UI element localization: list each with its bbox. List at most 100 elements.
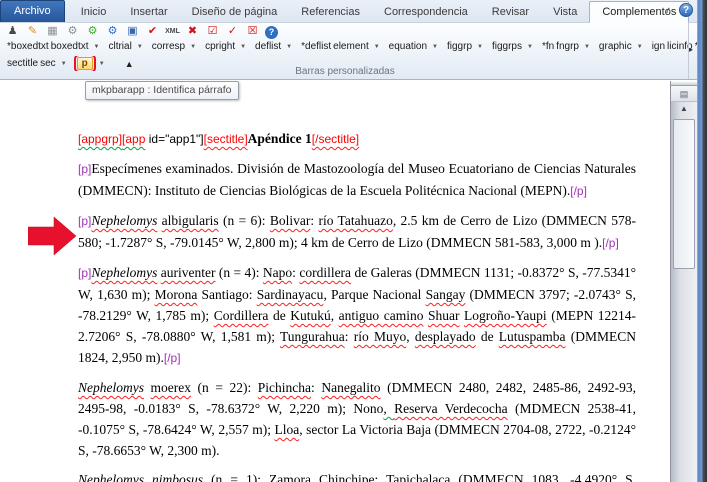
toolbar-button-figgrps[interactable]: figgrps [491, 41, 523, 52]
dropdown-arrow-icon[interactable]: ▼ [584, 44, 590, 50]
save-icon[interactable]: ▣ [125, 25, 140, 39]
text-run: Nephelomys [91, 213, 157, 228]
toolbar-button-element[interactable]: element [332, 41, 370, 52]
toolbar-button-boxedtxt[interactable]: *boxedtxt [6, 41, 50, 52]
check-red-icon[interactable]: ✔ [145, 25, 160, 39]
toolbar-button-cpright[interactable]: cpright [204, 41, 236, 52]
text-run: Sardinayacu [257, 287, 324, 302]
text-run: Logroño-Yaupi [464, 308, 547, 323]
text-run: río Tatahuazo [318, 213, 392, 228]
dropdown-arrow-icon[interactable]: ▼ [527, 44, 533, 50]
text-run: moerex [151, 380, 191, 395]
markup-tag: [appgrp] [78, 132, 122, 146]
text-run: cordillera [299, 265, 351, 280]
minimize-ribbon-icon[interactable]: ∧ [665, 5, 672, 15]
toolbar-button-cltrial[interactable]: cltrial [107, 41, 132, 52]
text-run: Zamora Chinchipe [269, 472, 375, 482]
text-run: Apéndice 1 [248, 131, 312, 146]
tab-correspondencia[interactable]: Correspondencia [372, 2, 480, 22]
text-run: Tungurahua [280, 329, 345, 344]
xml-error-icon[interactable]: ☒ [245, 25, 260, 39]
dropdown-arrow-icon[interactable]: ▼ [240, 44, 246, 50]
toolbar-button-figgrp[interactable]: figgrp [446, 41, 473, 52]
ruler-toggle-icon[interactable]: ▤ [671, 86, 697, 102]
help-icon[interactable]: ? [679, 3, 693, 17]
vertical-scrollbar[interactable]: ▤ ▲ [670, 81, 697, 482]
text-run: : [311, 380, 321, 395]
text-run: Nanegalito [321, 380, 380, 395]
tab-referencias[interactable]: Referencias [289, 2, 372, 22]
delete-red-icon[interactable]: ✖ [185, 25, 200, 39]
gear-blue-icon[interactable]: ⚙ [105, 25, 120, 39]
text-run: Kutukú [290, 308, 331, 323]
doc-paragraph: Nephelomys nimbosus (n = 1): Zamora Chin… [78, 469, 636, 482]
text-run: de [476, 329, 499, 344]
tooltip-text: mkpbarapp : Identifica párrafo [92, 84, 232, 96]
text-run: Lutuspamba [499, 329, 566, 344]
markup-tag: [/p] [164, 351, 181, 365]
check-small-icon[interactable]: ✓ [225, 25, 240, 39]
dropdown-arrow-icon[interactable]: ▼ [94, 44, 100, 50]
xml-check-icon[interactable]: ☑ [205, 25, 220, 39]
text-run: : [345, 329, 354, 344]
toolbar-button-graphic[interactable]: graphic [598, 41, 633, 52]
doc-paragraph: [p]Especímenes examinados. División de M… [78, 158, 636, 202]
text-run: , [331, 308, 339, 323]
tab-insertar[interactable]: Insertar [118, 2, 179, 22]
text-run: río Muyo [354, 329, 406, 344]
text-run: Nephelomys [78, 380, 144, 395]
text-run: (n = 6): [219, 213, 270, 228]
toolbar-button-fngrp[interactable]: fngrp [555, 41, 580, 52]
doc-paragraph: [p]Nephelomys albigularis (n = 6): Boliv… [78, 210, 636, 254]
dropdown-arrow-icon[interactable]: ▼ [374, 44, 380, 50]
toolbar-button-equation[interactable]: equation [388, 41, 428, 52]
markup-tag: [/p] [570, 184, 587, 198]
gear-gray-icon[interactable]: ⚙ [65, 25, 80, 39]
scroll-up-icon[interactable]: ▲ [671, 102, 697, 115]
text-run: desplayado [415, 329, 476, 344]
toolbar-button-deflist[interactable]: *deflist [300, 41, 332, 52]
document-text: [appgrp][app id="app1"][sectitle]Apéndic… [78, 128, 636, 482]
text-run: (n = 1): [203, 472, 269, 482]
tab-vista[interactable]: Vista [541, 2, 589, 22]
toolbar-button-fn[interactable]: *fn [541, 41, 555, 52]
text-run: , [406, 329, 415, 344]
help-icon[interactable]: ? [265, 26, 278, 39]
toolbar-button-corresp[interactable]: corresp [151, 41, 186, 52]
text-run: (n = 22): [191, 380, 258, 395]
gear-green-icon[interactable]: ⚙ [85, 25, 100, 39]
toolbar-button-deflist[interactable]: deflist [254, 41, 282, 52]
tab-inicio[interactable]: Inicio [69, 2, 119, 22]
text-run: Morona [155, 287, 198, 302]
window-border [697, 0, 707, 482]
pencil-icon[interactable]: ✎ [25, 25, 40, 39]
dropdown-arrow-icon[interactable]: ▼ [432, 44, 438, 50]
scrollbar-thumb[interactable] [673, 119, 695, 269]
text-run: Napo [263, 265, 292, 280]
text-run: Lloa [274, 422, 299, 437]
text-run: Nephelomys nimbosus [78, 472, 203, 482]
person-icon[interactable]: ♟ [5, 25, 20, 39]
doc-paragraph: [appgrp][app id="app1"][sectitle]Apéndic… [78, 128, 636, 150]
text-run: albigularis [162, 213, 219, 228]
dropdown-arrow-icon[interactable]: ▼ [286, 44, 292, 50]
text-run: Especímenes examinados. División de Mast… [78, 161, 636, 198]
text-run: Santiago: [197, 287, 256, 302]
dropdown-arrow-icon[interactable]: ▼ [477, 44, 483, 50]
text-run: de [268, 308, 290, 323]
toolbar-button-ign[interactable]: ign [651, 41, 666, 52]
text-run: Tapichalaca [386, 472, 450, 482]
dropdown-arrow-icon[interactable]: ▼ [190, 44, 196, 50]
xml-icon[interactable]: XML [165, 25, 180, 39]
markup-tag: id="app1"] [145, 132, 203, 146]
trash-icon[interactable]: ▦ [45, 25, 60, 39]
dropdown-arrow-icon[interactable]: ▼ [637, 44, 643, 50]
document-page[interactable]: mkpbarapp : Identifica párrafo [appgrp][… [0, 81, 671, 482]
tab-diseno-de-pagina[interactable]: Diseño de página [180, 2, 290, 22]
text-run: : [375, 472, 387, 482]
tab-archivo[interactable]: Archivo [0, 0, 65, 22]
toolbar-overflow-icon[interactable]: ▸ [689, 45, 693, 54]
tab-revisar[interactable]: Revisar [480, 2, 541, 22]
dropdown-arrow-icon[interactable]: ▼ [137, 44, 143, 50]
toolbar-button-boxedtxt[interactable]: boxedtxt [50, 41, 90, 52]
